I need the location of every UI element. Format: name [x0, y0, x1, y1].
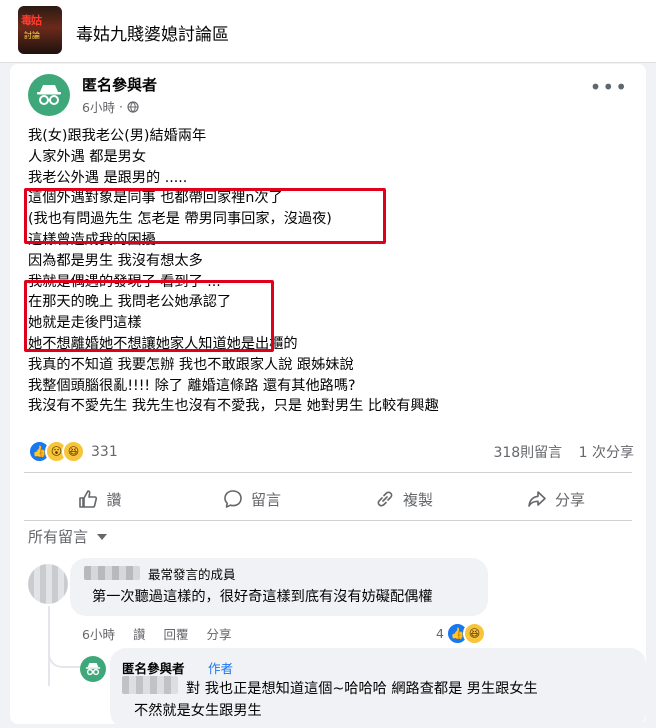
comment-reply-button[interactable]: 回覆	[163, 624, 188, 643]
comment-reactions[interactable]: 4 👍 😆	[436, 622, 486, 645]
red-highlight-box	[24, 280, 274, 352]
divider	[24, 472, 632, 473]
post-time[interactable]: 6小時	[82, 97, 115, 116]
meta-separator: ·	[118, 99, 123, 114]
comment-like-button[interactable]: 讚	[133, 624, 146, 643]
comment-count-link[interactable]: 318則留言	[493, 445, 562, 461]
post-line: 我(女)跟我老公(男)結婚兩年	[28, 128, 207, 144]
caret-down-icon	[97, 533, 108, 540]
comment-filter-dropdown[interactable]: 所有留言	[28, 526, 108, 547]
comment-actions: 6小時 讚 回覆 分享	[82, 624, 232, 643]
like-label: 讚	[106, 490, 122, 509]
comment-share-button[interactable]: 分享	[206, 624, 231, 643]
red-highlight-box	[24, 188, 386, 244]
thread-connector	[48, 644, 80, 668]
divider	[24, 520, 632, 521]
copy-label: 複製	[402, 490, 433, 509]
blurred-mention[interactable]	[122, 676, 178, 694]
haha-reaction-icon: 😆	[62, 440, 85, 463]
post-stats: 318則留言 1 次分享	[481, 442, 634, 462]
reply-author[interactable]: 匿名參與者	[122, 658, 185, 677]
incognito-icon	[85, 663, 101, 676]
group-thumbnail-text: 毒姑	[21, 14, 42, 27]
post-line: 我整個頭腦很亂!!!! 除了 離婚這條路 還有其他路嗎?	[28, 377, 356, 394]
share-icon	[528, 491, 546, 507]
post-line: 我沒有不愛先生 我先生也沒有不愛我，只是 她對男生 比較有興趣	[28, 398, 439, 415]
more-options-button[interactable]: •••	[590, 77, 628, 97]
post-line: 我老公外遇 是跟男的 .....	[28, 169, 188, 186]
anonymous-avatar[interactable]	[28, 74, 70, 116]
reply-bubble: 匿名參與者 作者 對 我也正是想知道這個~哈哈哈 網路查都是 男生跟女生 不然就…	[110, 648, 646, 728]
reply-text: 不然就是女生跟男生	[134, 703, 262, 719]
like-button[interactable]: 讚	[24, 482, 176, 516]
reaction-count: 331	[91, 443, 118, 460]
commenter-avatar[interactable]	[28, 564, 68, 604]
top-contributor-badge[interactable]: 最常發言的成員	[148, 564, 236, 583]
globe-icon	[127, 100, 139, 113]
thumbs-up-icon	[79, 490, 98, 508]
post-action-bar: 讚 留言 複製 分享	[24, 482, 632, 516]
group-thumbnail-subtext: 討論	[24, 31, 40, 40]
post-line: 我真的不知道 我要怎辦 我也不敢跟家人說 跟姊妹說	[28, 356, 354, 373]
share-count-link[interactable]: 1 次分享	[579, 445, 634, 461]
post-line: 人家外遇 都是男女	[28, 148, 147, 165]
comment-filter-label: 所有留言	[28, 528, 89, 546]
post-line: 因為都是男生 我沒有想太多	[28, 252, 203, 269]
group-thumbnail[interactable]: 毒姑 討論	[18, 6, 62, 54]
comment-button[interactable]: 留言	[176, 482, 328, 516]
haha-reaction-icon: 😆	[462, 622, 486, 645]
post-author[interactable]: 匿名參與者	[82, 74, 157, 95]
comment-text: 第一次聽過這樣的，很好奇這樣到底有沒有妨礙配偶權	[92, 589, 433, 605]
reply-text: 對 我也正是想知道這個~哈哈哈 網路查都是 男生跟女生	[186, 681, 538, 697]
link-icon	[377, 491, 393, 507]
incognito-icon	[37, 85, 61, 105]
share-label: 分享	[554, 490, 585, 509]
author-badge: 作者	[208, 661, 234, 676]
comment-label: 留言	[250, 490, 281, 509]
group-name[interactable]: 毒姑九賤婆媳討論區	[76, 20, 229, 45]
anonymous-avatar[interactable]	[80, 656, 106, 682]
post-card: 匿名參與者 6小時 · ••• 我(女)跟我老公(男)結婚兩年 人家外遇 都是男…	[10, 64, 646, 728]
share-button[interactable]: 分享	[480, 482, 632, 516]
comment-icon	[224, 490, 242, 508]
comment-reaction-count: 4	[436, 626, 444, 641]
copy-button[interactable]: 複製	[328, 482, 480, 516]
post-body: 我(女)跟我老公(男)結婚兩年 人家外遇 都是男女 我老公外遇 是跟男的 ...…	[28, 126, 628, 417]
group-header: 毒姑 討論 毒姑九賤婆媳討論區	[0, 0, 656, 63]
blurred-commenter-name[interactable]	[84, 566, 140, 580]
comment-time[interactable]: 6小時	[82, 624, 115, 643]
reaction-summary[interactable]: 👍 😮 😆 331	[28, 440, 118, 463]
comment-bubble: 最常發言的成員 第一次聽過這樣的，很好奇這樣到底有沒有妨礙配偶權	[70, 558, 488, 616]
post-meta: 6小時 ·	[82, 97, 139, 116]
